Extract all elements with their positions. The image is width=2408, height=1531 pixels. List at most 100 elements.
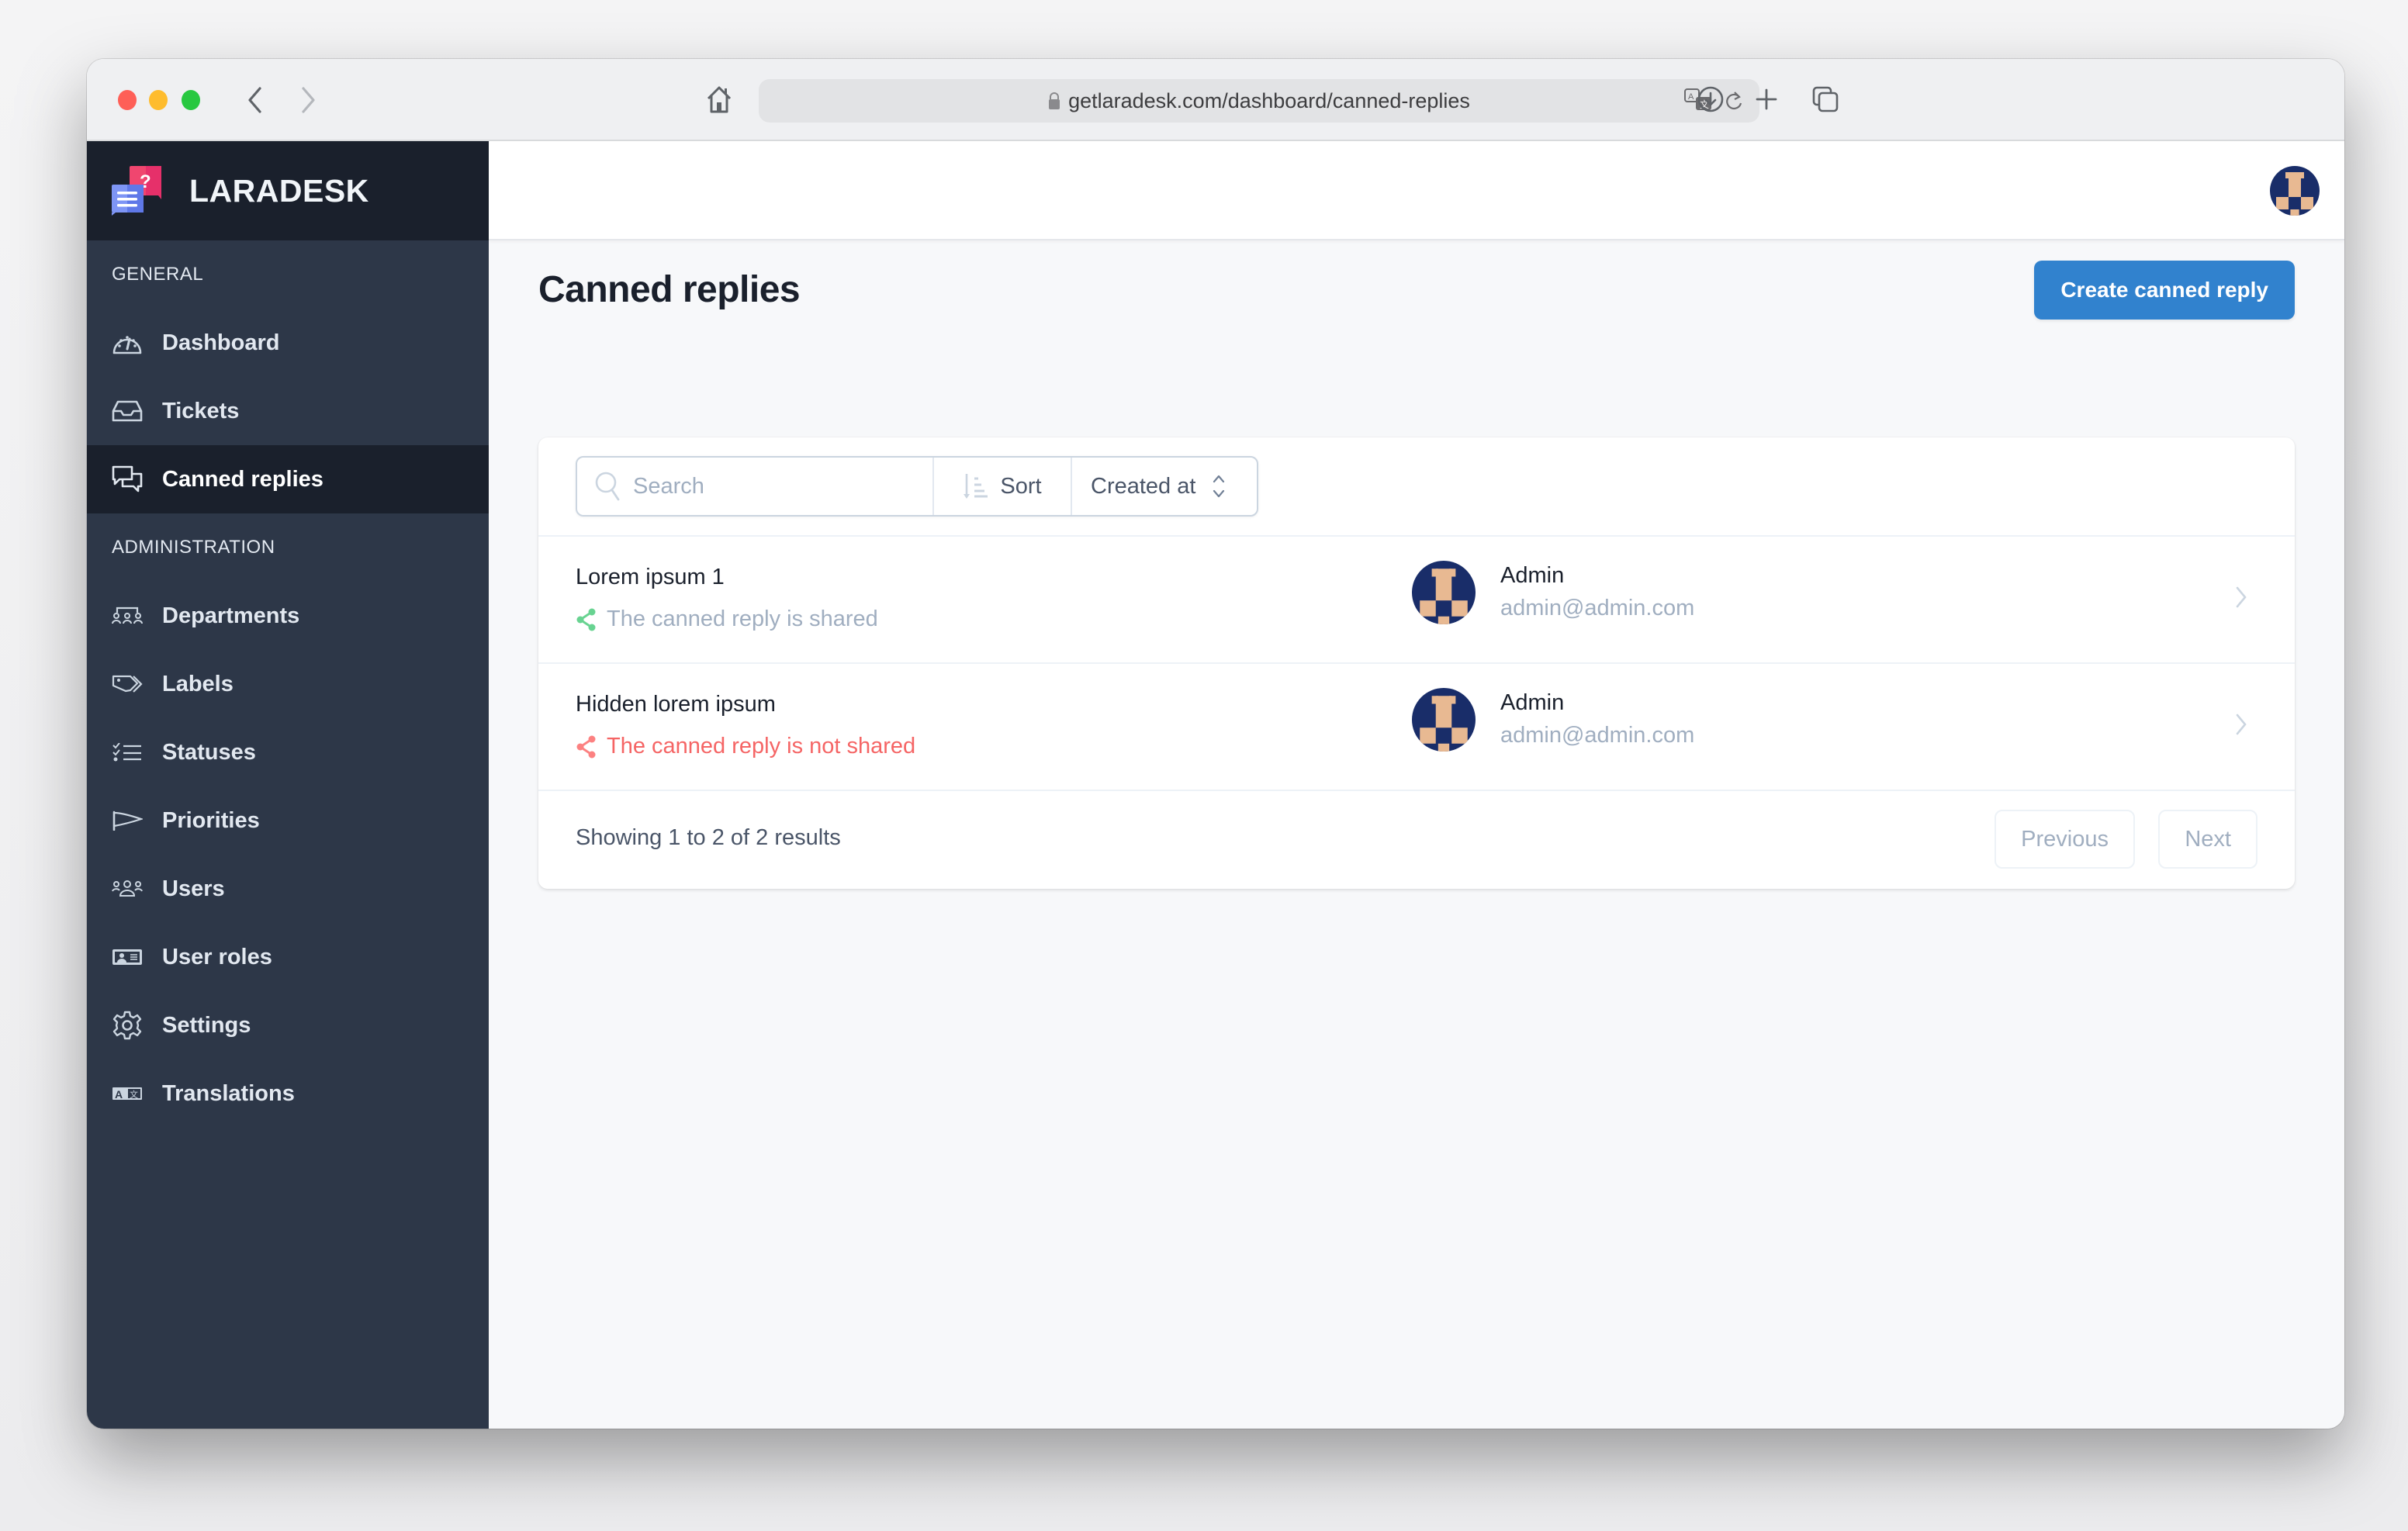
chat-bubbles-icon: [112, 464, 143, 495]
reply-title: Lorem ipsum 1: [576, 565, 725, 589]
translate-icon: A文: [112, 1078, 143, 1109]
sort-label: Sort: [1000, 473, 1042, 499]
avatar-icon: [2270, 166, 2320, 216]
list-item[interactable]: Hidden lorem ipsum The canned reply is n…: [538, 664, 2295, 791]
author-email: admin@admin.com: [1500, 596, 1695, 620]
brand[interactable]: ? LARADESK: [87, 141, 489, 240]
sidebar-item-dashboard[interactable]: Dashboard: [87, 309, 489, 377]
share-icon: [576, 735, 596, 758]
author-email: admin@admin.com: [1500, 723, 1695, 748]
sidebar-item-label: Departments: [162, 603, 300, 628]
url-text: getlaradesk.com/dashboard/canned-replies: [1068, 88, 1470, 112]
sidebar-item-users[interactable]: Users: [87, 855, 489, 923]
sort-direction-button[interactable]: Sort: [934, 458, 1072, 515]
sidebar-item-labels[interactable]: Labels: [87, 650, 489, 718]
gear-icon: [112, 1010, 143, 1041]
sidebar-item-label: Settings: [162, 1012, 251, 1038]
sidebar-item-statuses[interactable]: Statuses: [87, 718, 489, 786]
sidebar-item-tickets[interactable]: Tickets: [87, 377, 489, 445]
previous-page-button[interactable]: Previous: [1995, 810, 2135, 869]
svg-text:文: 文: [130, 1089, 138, 1100]
sidebar-item-label: Dashboard: [162, 330, 280, 355]
maximize-window-button[interactable]: [182, 90, 200, 110]
gauge-icon: [112, 327, 143, 358]
sidebar-item-label: Translations: [162, 1080, 295, 1106]
user-group-icon: [112, 600, 143, 631]
chevron-right-icon: [2236, 714, 2247, 735]
share-status: The canned reply is shared: [576, 607, 878, 632]
avatar: [1412, 561, 1476, 624]
reply-title: Hidden lorem ipsum: [576, 692, 776, 717]
chevron-left-icon: [248, 87, 261, 113]
chevron-right-icon: [302, 87, 315, 113]
home-button[interactable]: [700, 79, 739, 119]
users-icon: [112, 873, 143, 904]
user-avatar[interactable]: [2270, 166, 2320, 216]
plus-icon: [1756, 88, 1777, 110]
sidebar-item-label: Users: [162, 876, 225, 901]
sidebar-item-label: Priorities: [162, 807, 260, 833]
avatar: [1412, 688, 1476, 752]
browser-toolbar: getlaradesk.com/dashboard/canned-replies…: [87, 59, 2344, 141]
chevron-right-icon: [2236, 586, 2247, 608]
sidebar-item-label: Statuses: [162, 739, 256, 765]
top-bar: [489, 141, 2344, 240]
share-status-text: The canned reply is not shared: [607, 734, 916, 759]
section-label-general: GENERAL: [112, 264, 204, 285]
downloads-button[interactable]: [1691, 79, 1730, 119]
share-status-text: The canned reply is shared: [607, 607, 878, 631]
page-title: Canned replies: [538, 269, 801, 310]
reply-author: Admin admin@admin.com: [1412, 560, 1694, 625]
share-icon: [576, 608, 596, 631]
forward-button[interactable]: [293, 82, 324, 118]
share-status: The canned reply is not shared: [576, 734, 915, 759]
search-field[interactable]: [577, 458, 934, 515]
create-canned-reply-button[interactable]: Create canned reply: [2034, 261, 2295, 320]
list-item[interactable]: Lorem ipsum 1 The canned reply is shared: [538, 537, 2295, 664]
sidebar-item-settings[interactable]: Settings: [87, 991, 489, 1059]
close-window-button[interactable]: [118, 90, 137, 110]
sidebar-item-label: Tickets: [162, 398, 240, 423]
flag-icon: [112, 805, 143, 836]
sort-field-select[interactable]: Created at: [1072, 458, 1257, 515]
home-icon: [707, 86, 732, 113]
tab-overview-button[interactable]: [1806, 79, 1845, 119]
sidebar-item-label: Canned replies: [162, 466, 323, 492]
brand-name: LARADESK: [189, 172, 369, 209]
author-name: Admin: [1500, 563, 1565, 588]
inbox-icon: [112, 396, 143, 427]
canned-replies-list: Sort Created at Lorem ipsum 1 The canned…: [538, 437, 2295, 889]
sidebar: ? LARADESK GENERAL Dashboard Tickets Can…: [87, 141, 489, 1429]
sidebar-item-departments[interactable]: Departments: [87, 582, 489, 650]
sidebar-item-label: Labels: [162, 671, 234, 696]
section-label-administration: ADMINISTRATION: [112, 537, 275, 558]
minimize-window-button[interactable]: [149, 90, 168, 110]
sidebar-item-user-roles[interactable]: User roles: [87, 923, 489, 991]
sidebar-item-canned-replies[interactable]: Canned replies: [87, 445, 489, 513]
checklist-icon: [112, 737, 143, 768]
sidebar-item-label: User roles: [162, 944, 272, 969]
results-summary: Showing 1 to 2 of 2 results: [576, 825, 841, 850]
select-arrows-icon: [1213, 475, 1225, 498]
sidebar-item-translations[interactable]: A文 Translations: [87, 1059, 489, 1128]
lock-icon: [1049, 92, 1060, 109]
sidebar-item-priorities[interactable]: Priorities: [87, 786, 489, 855]
next-page-button[interactable]: Next: [2158, 810, 2258, 869]
new-tab-button[interactable]: [1747, 79, 1786, 119]
filter-group: Sort Created at: [576, 456, 1258, 517]
main-content: Canned replies Create canned reply Sort …: [489, 141, 2344, 1429]
laradesk-logo-icon: ?: [112, 166, 161, 216]
search-input[interactable]: [633, 473, 912, 499]
download-icon: [1697, 86, 1724, 112]
reply-author: Admin admin@admin.com: [1412, 687, 1694, 752]
pagination: Showing 1 to 2 of 2 results Previous Nex…: [538, 791, 2295, 887]
browser-window: getlaradesk.com/dashboard/canned-replies…: [87, 59, 2344, 1429]
page-header: Canned replies Create canned reply: [538, 261, 2295, 320]
tabs-icon: [1812, 86, 1839, 112]
list-toolbar: Sort Created at: [538, 437, 2295, 537]
author-name: Admin: [1500, 690, 1565, 715]
tags-icon: [112, 669, 143, 700]
address-bar[interactable]: getlaradesk.com/dashboard/canned-replies…: [759, 79, 1759, 123]
back-button[interactable]: [239, 82, 270, 118]
id-card-icon: [112, 942, 143, 973]
